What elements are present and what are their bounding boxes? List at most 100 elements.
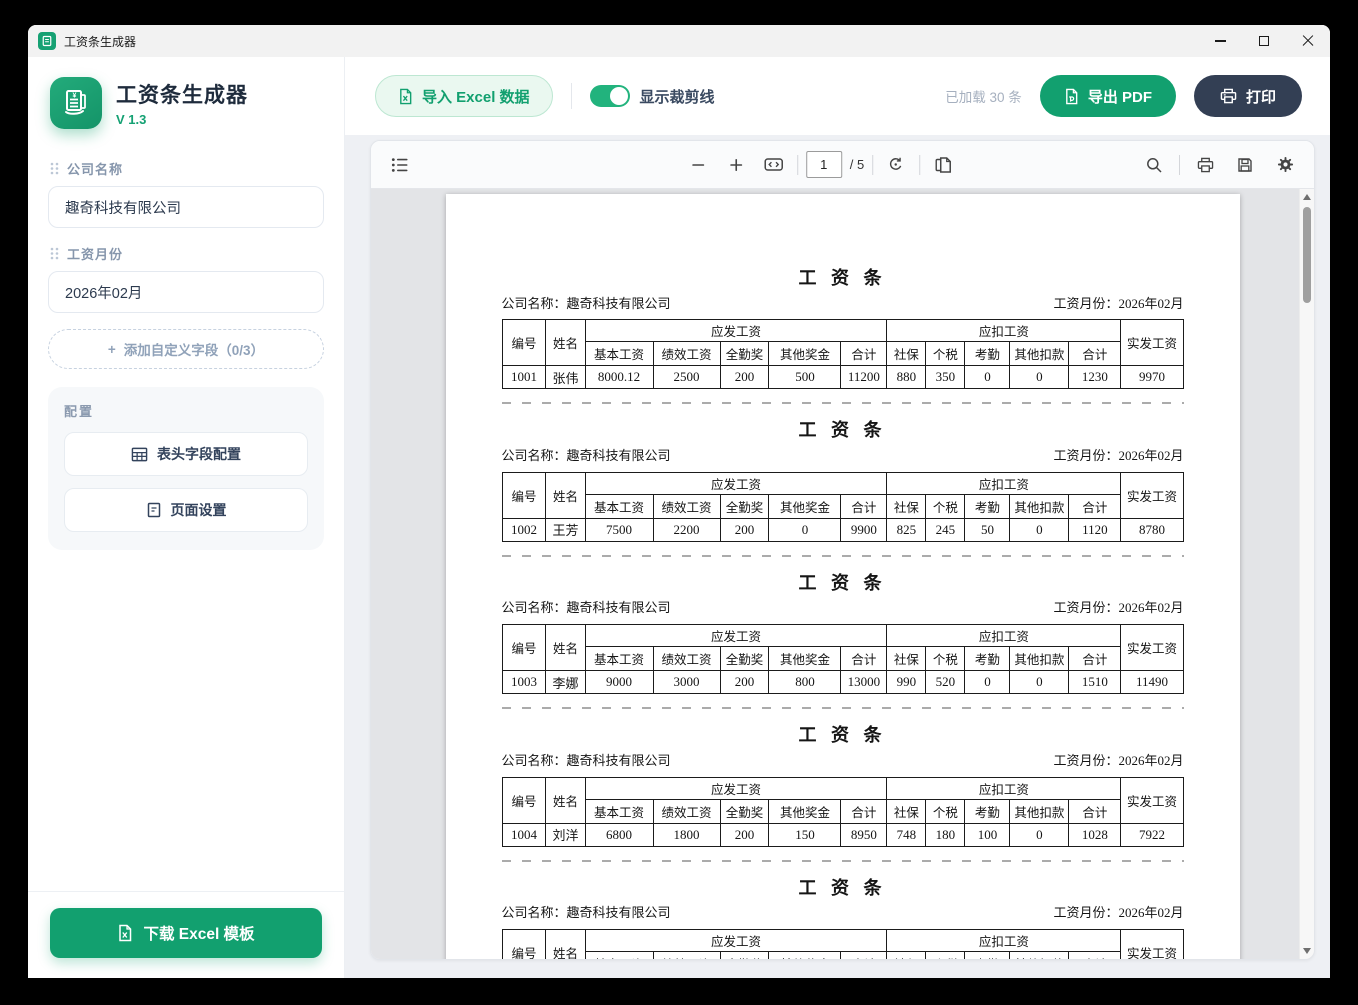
month-label-row: 工资月份 [50,244,322,263]
scrollbar-thumb[interactable] [1303,207,1311,303]
settings-gear-icon[interactable] [1270,150,1300,180]
save-icon[interactable] [1230,150,1260,180]
value-cell: 200 [720,366,769,389]
value-cell: 1230 [1069,366,1121,389]
header-cell: 实发工资 [1121,472,1183,518]
drag-handle-icon [50,162,59,175]
value-cell: 880 [887,366,926,389]
header-field-config-button[interactable]: 表头字段配置 [64,432,308,476]
table-icon [131,446,148,463]
config-card: 配置 表头字段配置 页面设置 [48,387,324,550]
cutline-toggle-label: 显示裁剪线 [640,86,715,107]
value-cell: 1800 [653,823,720,846]
payslip-header-row-1: 编号姓名应发工资应扣工资实发工资 [502,777,1183,799]
header-cell: 姓名 [546,929,585,959]
payslip-title: 工 资 条 [502,419,1184,442]
header-cell: 合计 [1069,647,1121,671]
payslip-meta: 公司名称：趣奇科技有限公司工资月份：2026年02月 [502,905,1184,922]
zoom-out-button[interactable] [683,150,713,180]
payslip-title: 工 资 条 [502,877,1184,900]
value-cell: 180 [926,823,965,846]
value-cell: 0 [1010,823,1069,846]
print-button[interactable]: 打印 [1194,75,1302,117]
header-cell: 姓名 [546,320,585,366]
download-excel-template-button[interactable]: 下载 Excel 模板 [50,908,322,958]
month-input[interactable]: 2026年02月 [48,271,324,313]
value-cell: 748 [887,823,926,846]
header-cell: 姓名 [546,777,585,823]
header-cell: 编号 [502,320,546,366]
header-group-cell: 应扣工资 [887,929,1121,951]
header-cell: 基本工资 [585,342,653,366]
header-cell: 合计 [841,342,887,366]
toc-button[interactable] [385,150,415,180]
payslip: 工 资 条公司名称：趣奇科技有限公司工资月份：2026年02月编号姓名应发工资应… [502,557,1184,694]
header-cell: 个税 [926,799,965,823]
page-total-label: / 5 [850,157,864,172]
header-cell: 实发工资 [1121,929,1183,959]
search-icon[interactable] [1139,150,1169,180]
header-cell: 个税 [926,494,965,518]
employee-id-cell: 1003 [502,671,546,694]
cutline-toggle[interactable] [590,85,630,107]
fit-to-width-button[interactable] [759,150,789,180]
value-cell: 8780 [1121,518,1183,541]
company-label-row: 公司名称 [50,159,322,178]
value-cell: 11200 [841,366,887,389]
rotate-button[interactable] [881,150,911,180]
value-cell: 2500 [653,366,720,389]
scroll-up-arrow-icon[interactable] [1303,194,1311,200]
header-cell: 其他扣款 [1010,342,1069,366]
pdf-page: 工 资 条公司名称：趣奇科技有限公司工资月份：2026年02月编号姓名应发工资应… [446,194,1240,959]
header-cell: 绩效工资 [653,951,720,959]
minimize-button[interactable] [1198,25,1242,57]
vertical-scrollbar[interactable] [1299,189,1314,959]
payslip-month-line: 工资月份：2026年02月 [1053,448,1183,465]
import-excel-button[interactable]: 导入 Excel 数据 [375,75,553,117]
pdf-document-area[interactable]: 工 资 条公司名称：趣奇科技有限公司工资月份：2026年02月编号姓名应发工资应… [371,189,1314,959]
close-button[interactable] [1286,25,1330,57]
header-cell: 实发工资 [1121,320,1183,366]
payslip: 工 资 条公司名称：趣奇科技有限公司工资月份：2026年02月编号姓名应发工资应… [502,709,1184,846]
header-group-cell: 应发工资 [585,625,887,647]
zoom-in-button[interactable] [721,150,751,180]
value-cell: 200 [720,518,769,541]
header-cell: 全勤奖 [720,342,769,366]
header-group-cell: 应发工资 [585,929,887,951]
payslip-meta: 公司名称：趣奇科技有限公司工资月份：2026年02月 [502,296,1184,313]
header-cell: 合计 [841,494,887,518]
payslip-table: 编号姓名应发工资应扣工资实发工资基本工资绩效工资全勤奖其他奖金合计社保个税考勤其… [502,472,1184,542]
header-cell: 社保 [887,951,926,959]
value-cell: 100 [965,823,1010,846]
company-input[interactable]: 趣奇科技有限公司 [48,186,324,228]
value-cell: 8950 [841,823,887,846]
export-pdf-button[interactable]: 导出 PDF [1040,75,1176,117]
window-title: 工资条生成器 [64,33,136,50]
header-cell: 其他奖金 [769,647,841,671]
value-cell: 0 [965,366,1010,389]
payslip-company-line: 公司名称：趣奇科技有限公司 [502,753,671,770]
payslip-data-row: 1003李娜9000300020080013000990520001510114… [502,671,1183,694]
header-cell: 基本工资 [585,951,653,959]
header-cell: 考勤 [965,799,1010,823]
maximize-button[interactable] [1242,25,1286,57]
value-cell: 245 [926,518,965,541]
header-cell: 社保 [887,342,926,366]
app-version: V 1.3 [116,112,248,127]
page-setting-button[interactable]: 页面设置 [64,488,308,532]
value-cell: 9000 [585,671,653,694]
payslip-company-line: 公司名称：趣奇科技有限公司 [502,448,671,465]
page-view-button[interactable] [928,150,958,180]
payslip-title: 工 资 条 [502,724,1184,747]
page-number-input[interactable] [806,151,842,178]
company-label: 公司名称 [67,159,123,178]
pdf-viewer: / 5 [370,140,1315,960]
add-custom-field-button[interactable]: + 添加自定义字段（0/3） [48,329,324,369]
header-cell: 编号 [502,777,546,823]
print-icon[interactable] [1190,150,1220,180]
main-area: 导入 Excel 数据 显示裁剪线 已加载 30 条 导出 PDF 打印 [345,57,1330,978]
scroll-down-arrow-icon[interactable] [1303,948,1311,954]
header-group-cell: 应扣工资 [887,777,1121,799]
header-cell: 编号 [502,929,546,959]
import-excel-label: 导入 Excel 数据 [422,86,530,107]
